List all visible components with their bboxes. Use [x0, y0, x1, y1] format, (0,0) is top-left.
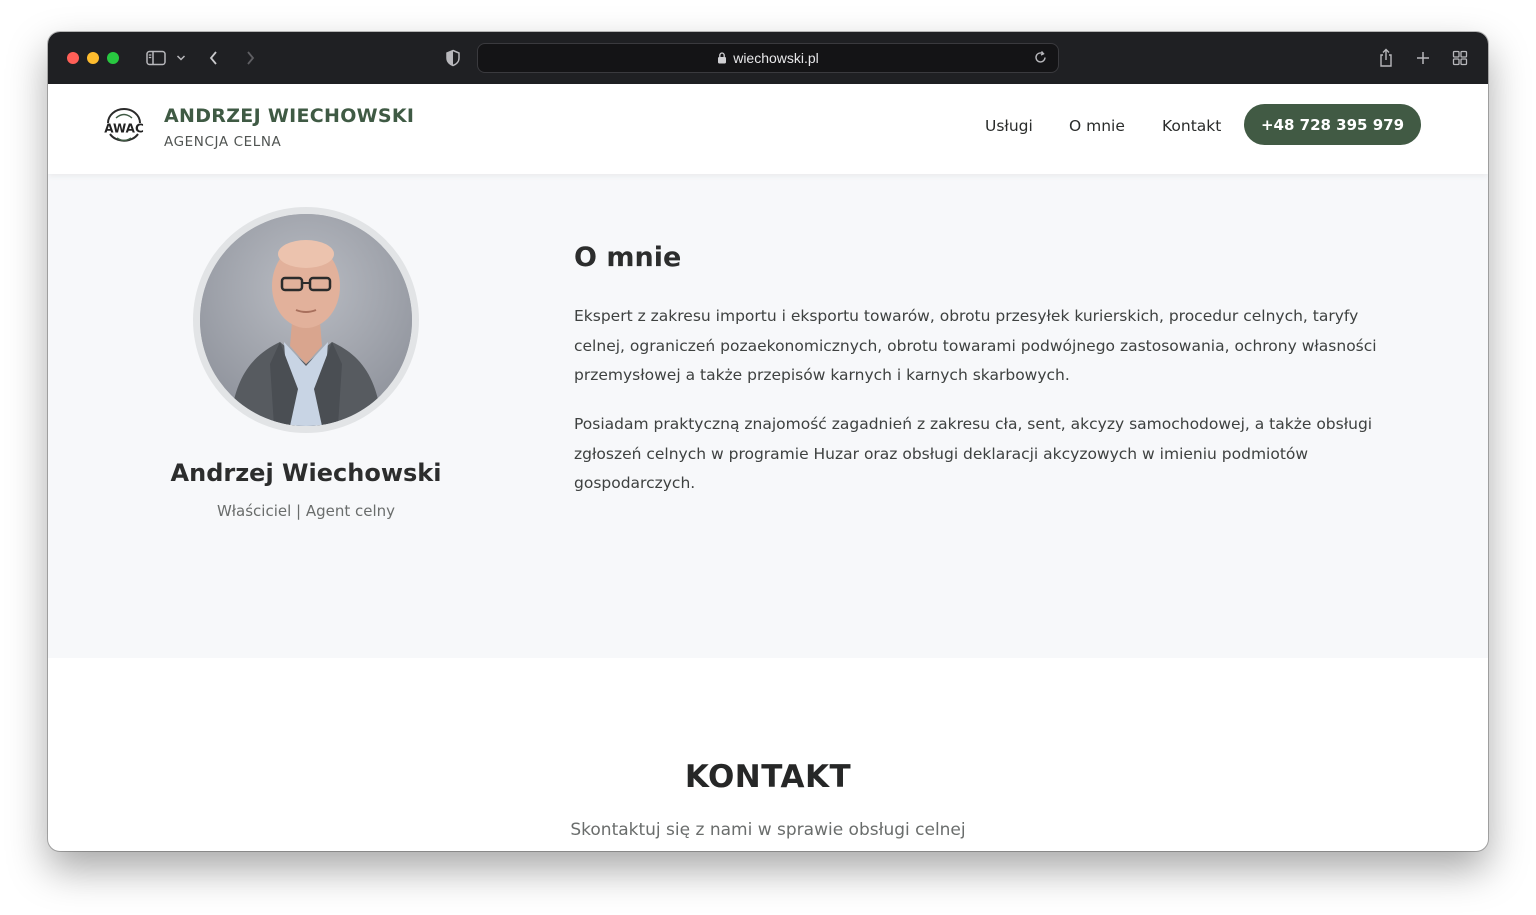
nav-link-about[interactable]: O mnie: [1069, 117, 1125, 135]
about-section: Andrzej Wiechowski Właściciel | Agent ce…: [48, 174, 1488, 658]
chevron-down-icon[interactable]: [176, 48, 186, 68]
privacy-shield-icon[interactable]: [445, 48, 461, 68]
avatar-frame: [193, 207, 419, 433]
site-header: AWAC ANDRZEJ WIECHOWSKI AGENCJA CELNA Us…: [48, 84, 1488, 174]
window-controls: [67, 52, 119, 64]
minimize-window-button[interactable]: [87, 52, 99, 64]
browser-window: wiechowski.pl AWAC ANDRZEJ WIECHOWSKI AG…: [48, 32, 1488, 851]
share-icon[interactable]: [1378, 48, 1394, 68]
logo-text: AWAC: [104, 122, 144, 136]
forward-arrow-icon[interactable]: [244, 48, 256, 68]
awac-logo[interactable]: AWAC: [100, 107, 148, 147]
lock-icon: [717, 52, 727, 64]
nav-link-contact[interactable]: Kontakt: [1162, 117, 1221, 135]
about-paragraph: Ekspert z zakresu importu i eksportu tow…: [574, 307, 1377, 384]
address-bar[interactable]: wiechowski.pl: [477, 43, 1059, 73]
close-window-button[interactable]: [67, 52, 79, 64]
person-name: Andrzej Wiechowski: [170, 459, 442, 487]
tab-overview-icon[interactable]: [1452, 48, 1468, 68]
avatar: [200, 214, 412, 426]
contact-heading: KONTAKT: [684, 759, 852, 795]
back-arrow-icon[interactable]: [208, 48, 220, 68]
url-text: wiechowski.pl: [733, 50, 819, 66]
sidebar-toggle-icon[interactable]: [146, 48, 166, 68]
browser-toolbar: wiechowski.pl: [48, 32, 1488, 84]
reload-icon[interactable]: [1033, 50, 1048, 68]
about-heading: O mnie: [574, 242, 682, 273]
brand-subtitle: AGENCJA CELNA: [164, 134, 282, 150]
phone-call-button[interactable]: +48 728 395 979: [1244, 104, 1421, 145]
about-paragraph: Posiadam praktyczną znajomość zagadnień …: [574, 415, 1373, 492]
nav-link-services[interactable]: Usługi: [985, 117, 1033, 135]
contact-subtitle: Skontaktuj się z nami w sprawie obsługi …: [570, 820, 966, 840]
brand-name[interactable]: ANDRZEJ WIECHOWSKI: [164, 105, 414, 127]
new-tab-icon[interactable]: [1415, 48, 1431, 68]
person-role: Właściciel | Agent celny: [216, 502, 396, 520]
zoom-window-button[interactable]: [107, 52, 119, 64]
